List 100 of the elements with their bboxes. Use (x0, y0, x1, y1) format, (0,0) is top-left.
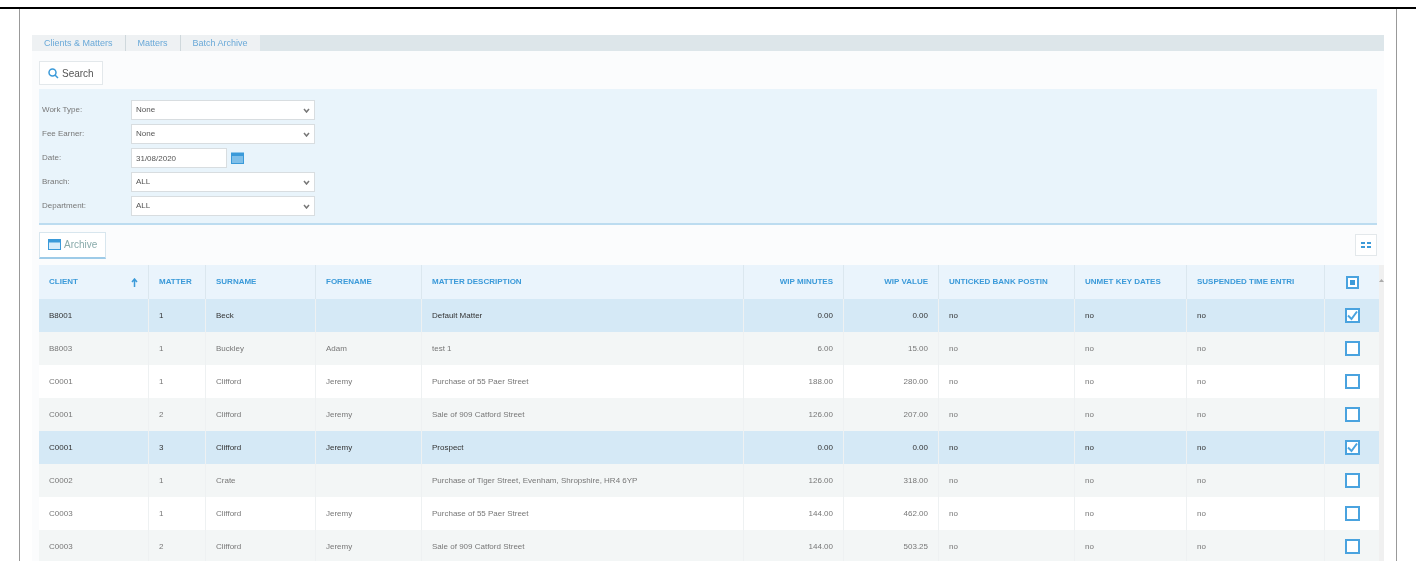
table-cell: 0.00 (817, 441, 833, 454)
filter-label: Fee Earner: (42, 128, 86, 140)
dropdown[interactable]: ALL (131, 196, 315, 216)
table-cell: Sale of 909 Catford Street (432, 408, 525, 421)
table-cell: no (1085, 474, 1094, 487)
table-row[interactable]: C0001 2 Clifford Jeremy Sale of 909 Catford Street 126.00 207.00 no no no (39, 398, 1379, 431)
table-cell: Sale of 909 Catford Street (432, 540, 525, 553)
table-cell: no (949, 408, 958, 421)
select-all-checkbox[interactable] (1345, 275, 1359, 289)
table-cell: Purchase of 55 Paer Street (432, 507, 529, 520)
table-cell: 1 (159, 309, 164, 322)
table-cell: C0001 (49, 408, 73, 421)
table-cell: no (1197, 342, 1206, 355)
table-cell: C0003 (49, 507, 73, 520)
table-cell: no (1085, 507, 1094, 520)
table-cell: no (1197, 375, 1206, 388)
dropdown[interactable]: None (131, 124, 315, 144)
table-cell: Crate (216, 474, 236, 487)
check-icon (1346, 442, 1358, 453)
table-cell: no (949, 540, 958, 553)
table-cell: Clifford (216, 507, 242, 520)
checkbox[interactable] (1344, 440, 1360, 455)
table-cell: Purchase of Tiger Street, Evenham, Shropshire, HR4 6YP (432, 474, 638, 487)
table-cell: Clifford (216, 375, 242, 388)
table-cell: C0002 (49, 474, 73, 487)
dropdown[interactable]: None (131, 100, 315, 120)
date-field[interactable]: 31/08/2020 (131, 148, 227, 168)
filter-label: Work Type: (42, 104, 84, 116)
table-cell: 0.00 (817, 309, 833, 322)
archive-button[interactable]: Archive (39, 231, 107, 259)
table-row[interactable]: C0003 2 Clifford Jeremy Sale of 909 Catford Street 144.00 503.25 no no no (39, 530, 1379, 561)
table-cell: 1 (159, 342, 164, 355)
table-cell: Adam (326, 342, 347, 355)
table-row[interactable]: C0001 3 Clifford Jeremy Prospect 0.00 0.00 no no no (39, 431, 1379, 464)
table-cell: Buckley (216, 342, 244, 355)
table-cell: no (1197, 540, 1206, 553)
table-row[interactable]: B8001 1 Beck Default Matter 0.00 0.00 no no no (39, 299, 1379, 332)
table-row[interactable]: C0001 1 Clifford Jeremy Purchase of 55 Paer Street 188.00 280.00 no no no (39, 365, 1379, 398)
scroll-up-icon (1379, 279, 1384, 282)
table-cell: no (949, 309, 958, 322)
table-cell: no (1085, 441, 1094, 454)
table-cell: 280.00 (903, 375, 928, 388)
table-cell: B8003 (49, 342, 73, 355)
table-cell: Clifford (216, 540, 242, 553)
table-cell: no (949, 342, 958, 355)
calendar-icon[interactable] (231, 152, 244, 164)
table-cell: Prospect (432, 441, 464, 454)
breadcrumb-link[interactable]: Matters (125, 35, 181, 51)
checkbox[interactable] (1344, 407, 1360, 422)
archive-icon (48, 239, 61, 250)
grid-icon (1361, 242, 1371, 248)
table-cell: Jeremy (326, 507, 353, 520)
checkbox[interactable] (1344, 506, 1360, 521)
table-row[interactable]: B8003 1 Buckley Adam test 1 6.00 15.00 no no no (39, 332, 1379, 365)
table-cell: no (1197, 408, 1206, 421)
table-row[interactable]: C0002 1 Crate Purchase of Tiger Street, Evenham, Shropshire, HR4 6YP 126.00 318.00 no no no (39, 464, 1379, 497)
table-cell: Jeremy (326, 540, 353, 553)
table-row[interactable]: C0003 1 Clifford Jeremy Purchase of 55 Paer Street 144.00 462.00 no no no (39, 497, 1379, 530)
table-cell: 2 (159, 408, 164, 421)
table-cell: Default Matter (432, 309, 483, 322)
search-icon (48, 67, 59, 79)
table-cell: no (1085, 408, 1094, 421)
filter-label: Branch: (42, 176, 71, 188)
table-cell: no (949, 474, 958, 487)
table-cell: Clifford (216, 408, 242, 421)
table-cell: Beck (216, 309, 234, 322)
table-cell: 188.00 (808, 375, 833, 388)
search-button[interactable]: Search (39, 61, 103, 85)
breadcrumb-link[interactable]: Batch Archive (180, 35, 260, 51)
checkbox[interactable] (1344, 539, 1360, 554)
table-cell: 1 (159, 507, 164, 520)
table-cell: 0.00 (912, 309, 928, 322)
breadcrumb-link[interactable]: Clients & Matters (32, 35, 126, 51)
checkbox[interactable] (1344, 473, 1360, 488)
table-cell: no (1197, 309, 1206, 322)
filter-label: Department: (42, 200, 88, 212)
table-cell: no (949, 507, 958, 520)
table-cell: 15.00 (907, 342, 928, 355)
dropdown[interactable]: ALL (131, 172, 315, 192)
table-cell: no (949, 375, 958, 388)
chevron-down-icon (303, 107, 310, 113)
checkbox[interactable] (1344, 341, 1360, 356)
checkbox[interactable] (1344, 374, 1360, 389)
table-cell: C0003 (49, 540, 73, 553)
scrollbar[interactable] (1379, 265, 1384, 561)
table-cell: test 1 (432, 342, 452, 355)
table-cell: 144.00 (808, 540, 833, 553)
table-cell: no (1197, 441, 1206, 454)
checkbox[interactable] (1344, 308, 1360, 323)
table-cell: no (1197, 474, 1206, 487)
filter-label: Date: (42, 152, 63, 164)
table-cell: no (949, 441, 958, 454)
table-cell: C0001 (49, 375, 73, 388)
table-cell: 126.00 (808, 474, 833, 487)
table-cell: 0.00 (912, 441, 928, 454)
grid-view-button[interactable] (1355, 234, 1377, 256)
table-cell: C0001 (49, 441, 73, 454)
table-cell: 144.00 (808, 507, 833, 520)
table-cell: Jeremy (326, 441, 353, 454)
check-icon (1346, 310, 1358, 321)
